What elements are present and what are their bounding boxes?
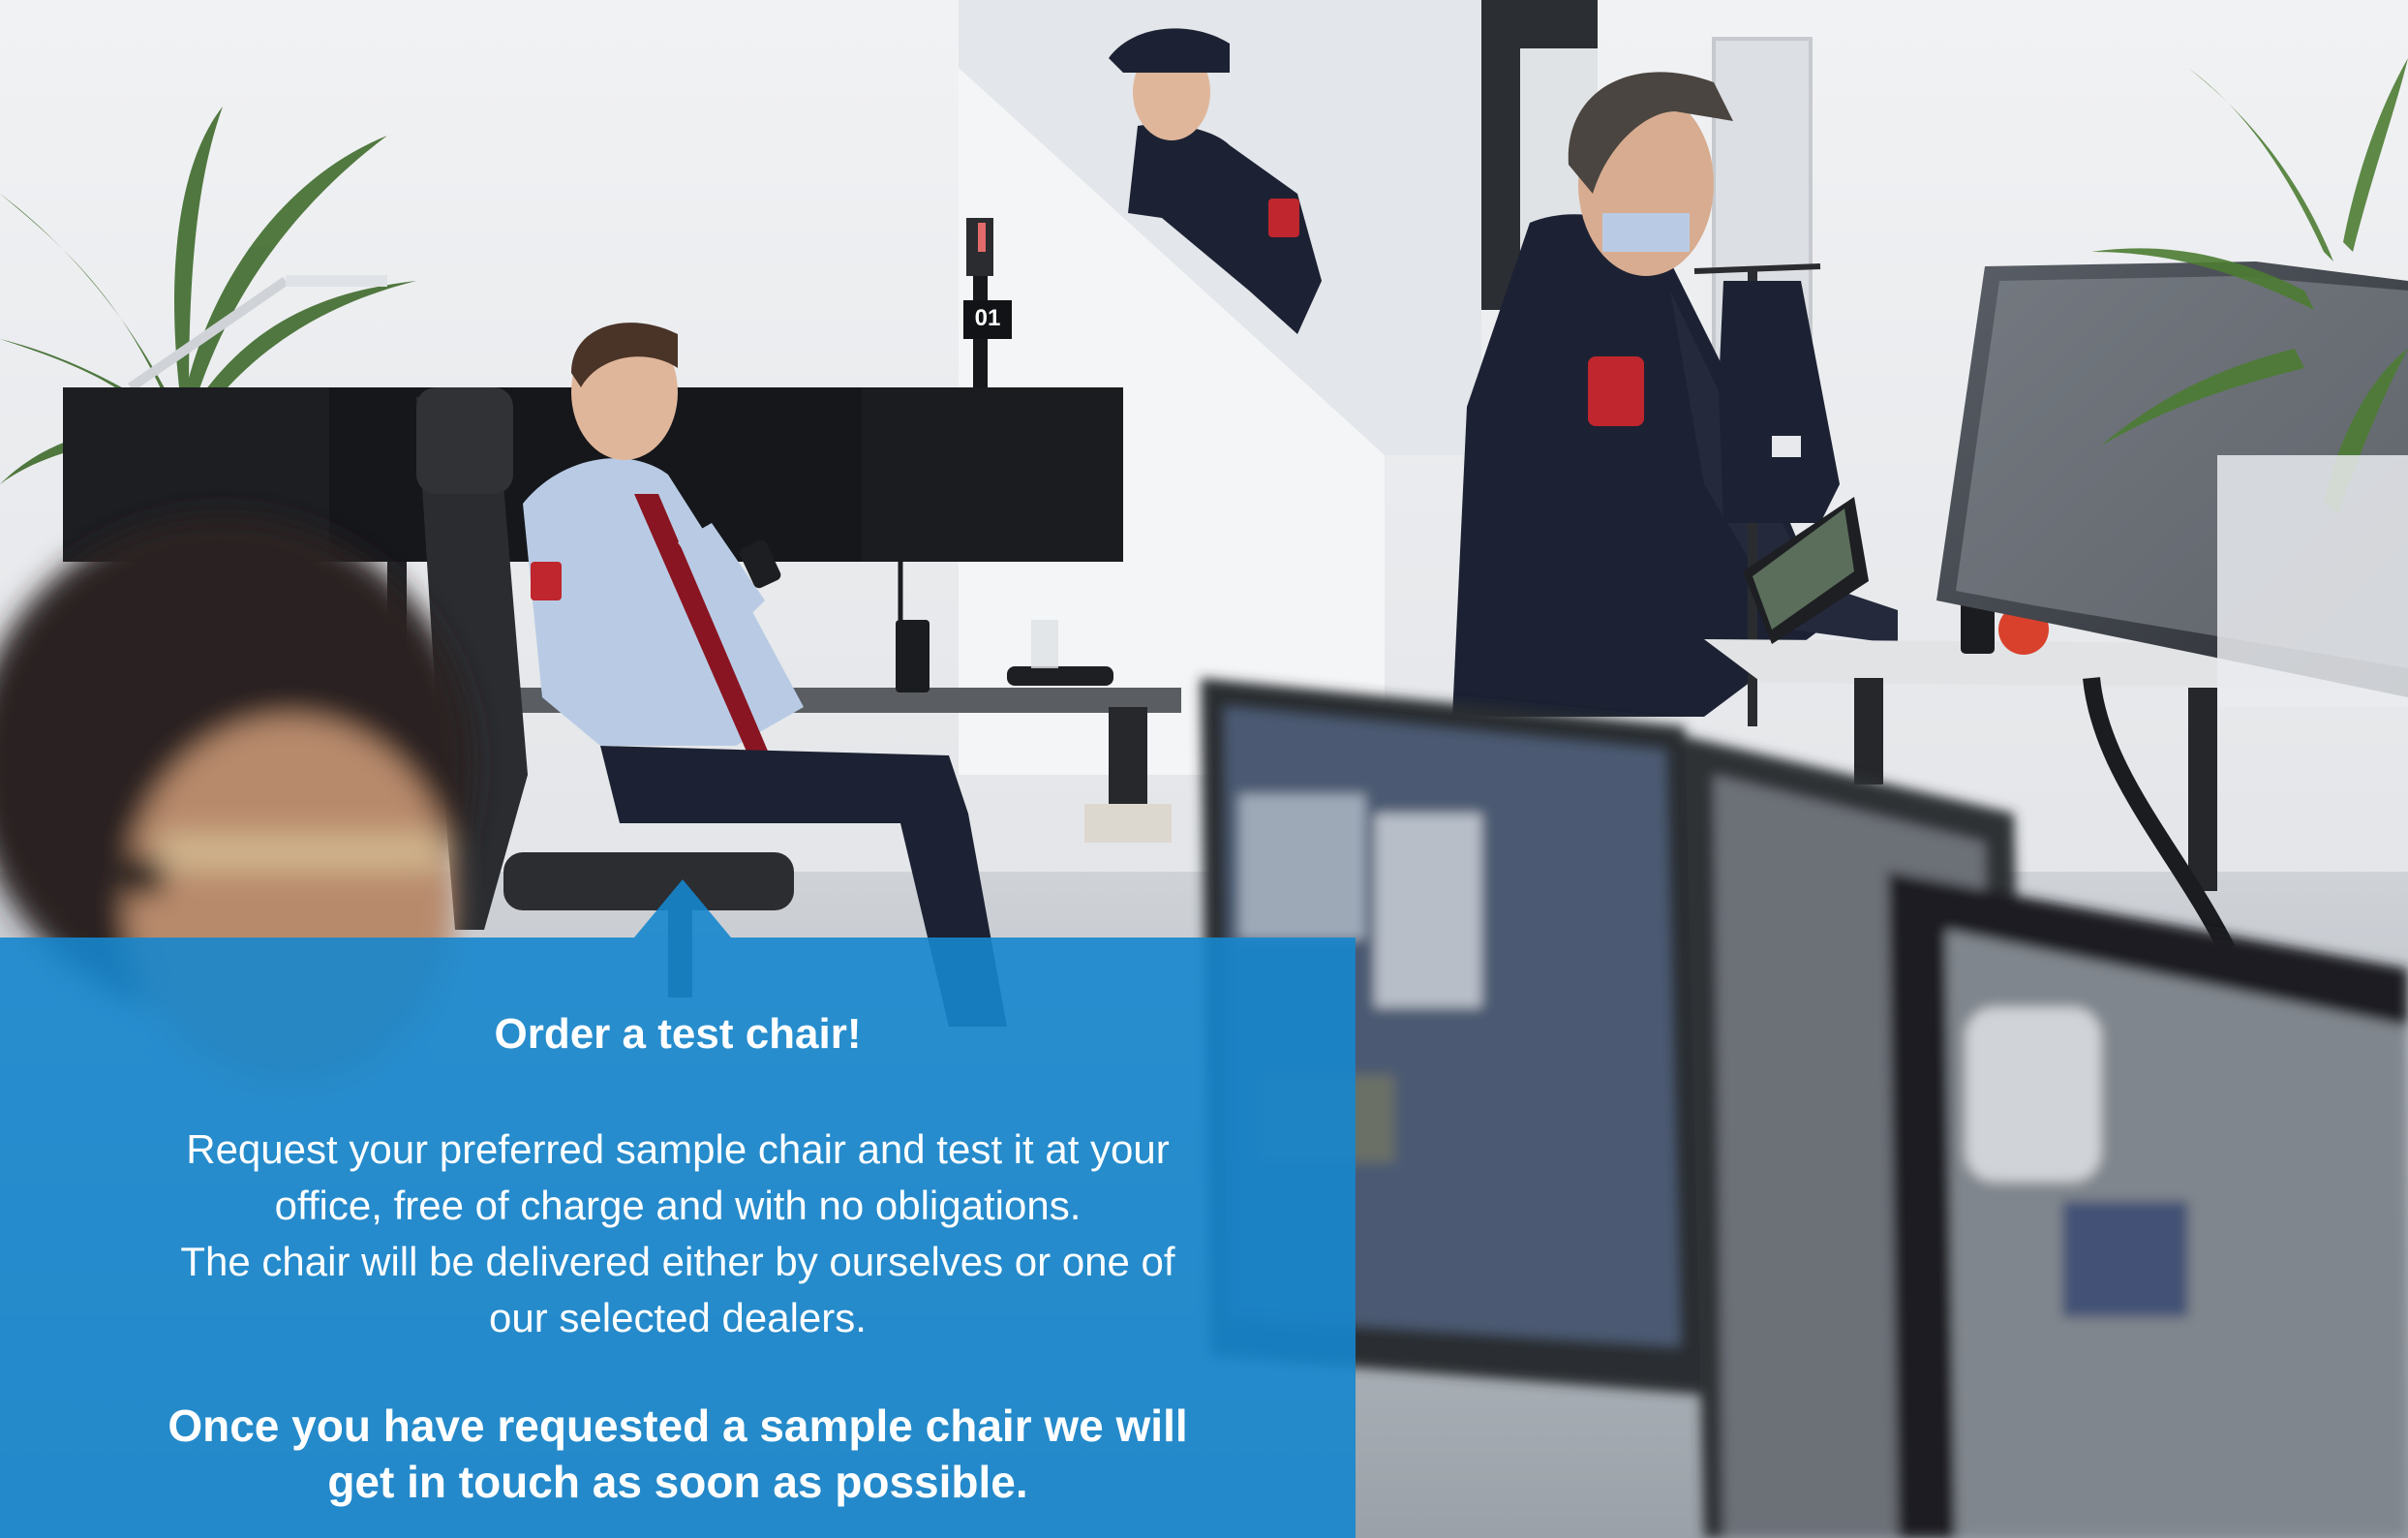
promo-body-line: our selected dealers. — [489, 1295, 867, 1340]
promo-panel-pointer — [634, 879, 731, 938]
promo-cta-line: get in touch as soon as possible. — [327, 1457, 1028, 1507]
promo-body-line: The chair will be delivered either by ou… — [180, 1239, 1175, 1284]
promo-body-line: office, free of charge and with no oblig… — [274, 1183, 1082, 1228]
promo-cta-line: Once you have requested a sample chair w… — [168, 1400, 1188, 1451]
monitor-tag-label: 01 — [974, 305, 1001, 331]
promo-panel: Order a test chair! Request your preferr… — [0, 938, 1356, 1538]
promo-content: Order a test chair! Request your preferr… — [0, 938, 1356, 1538]
promo-body-line: Request your preferred sample chair and … — [186, 1126, 1170, 1172]
promo-title: Order a test chair! — [494, 1010, 862, 1058]
promo-call-to-action: Once you have requested a sample chair w… — [107, 1398, 1249, 1510]
promo-body: Request your preferred sample chair and … — [107, 1122, 1249, 1346]
